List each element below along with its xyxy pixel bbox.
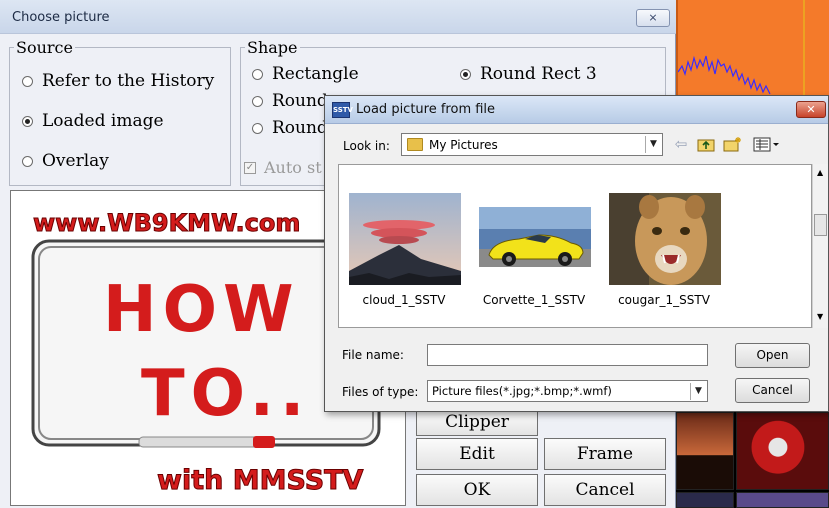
file-list[interactable]: cloud_1_SSTV Corvette_1_SSTV cougar_1_SS…	[338, 164, 812, 328]
source-option-label: Loaded image	[42, 111, 164, 131]
checkbox-checked-icon: ✓	[244, 161, 256, 174]
radio-selected-icon	[22, 115, 33, 127]
load-picture-titlebar[interactable]: SSTV Load picture from file ✕	[325, 96, 828, 124]
radio-icon	[252, 68, 263, 80]
source-radio-overlay[interactable]: Overlay	[22, 151, 109, 171]
look-in-label: Look in:	[343, 139, 390, 153]
load-picture-title: Load picture from file	[356, 102, 496, 117]
up-folder-icon[interactable]	[697, 136, 715, 155]
shape-option-label: Round Rect 3	[480, 64, 597, 84]
cancel-button[interactable]: Cancel	[544, 474, 666, 506]
preview-url-text: www.WB9KMW.com	[33, 209, 300, 237]
files-of-type-dropdown[interactable]: Picture files(*.jpg;*.bmp;*.wmf) ▼	[427, 380, 708, 402]
shape-option-label: Round	[272, 91, 328, 111]
yellow-car-thumbnail	[479, 193, 591, 285]
radio-icon	[252, 95, 263, 107]
close-button[interactable]: ⨯	[636, 9, 670, 27]
clipper-button[interactable]: Clipper	[416, 412, 538, 436]
file-name-label: Corvette_1_SSTV	[482, 293, 586, 307]
load-cancel-button[interactable]: Cancel	[735, 378, 810, 403]
radio-icon	[22, 155, 33, 167]
shape-option-label: Round	[272, 118, 328, 138]
choose-picture-titlebar[interactable]: Choose picture ⨯	[0, 0, 676, 34]
file-name-field-label: File name:	[342, 348, 404, 362]
clipper-button-label: Clipper	[445, 412, 509, 432]
bottom-thumbnail-right[interactable]	[736, 492, 829, 508]
file-name-label: cougar_1_SSTV	[618, 293, 710, 307]
source-radio-loaded-image[interactable]: Loaded image	[22, 111, 164, 131]
bottom-thumbnail-left[interactable]	[676, 492, 734, 508]
shape-radio-round-a[interactable]: Round	[252, 91, 328, 111]
file-name-input[interactable]	[427, 344, 708, 366]
preview-footer-text: with MMSSTV	[157, 465, 364, 496]
spectrum-display	[676, 0, 829, 97]
source-radio-history[interactable]: Refer to the History	[22, 71, 214, 91]
radio-icon	[252, 122, 263, 134]
auto-checkbox[interactable]: ✓ Auto st	[244, 158, 322, 177]
sstv-app-icon: SSTV	[332, 102, 353, 118]
close-icon: ✕	[806, 103, 816, 116]
close-icon: ⨯	[648, 11, 658, 24]
files-of-type-label: Files of type:	[342, 385, 419, 399]
look-in-value: My Pictures	[429, 138, 498, 152]
edit-button-label: Edit	[459, 444, 495, 464]
file-list-scrollbar[interactable]: ▲ ▼	[812, 164, 828, 328]
preview-to-text: TO..	[141, 357, 310, 431]
mountain-cloud-thumbnail	[349, 193, 461, 285]
chevron-down-icon: ▼	[690, 383, 706, 400]
new-folder-icon[interactable]	[723, 136, 743, 155]
load-cancel-button-label: Cancel	[752, 383, 793, 397]
frame-button-label: Frame	[576, 444, 634, 464]
open-button-label: Open	[756, 348, 789, 362]
look-in-dropdown[interactable]: My Pictures ▼	[401, 133, 663, 156]
shape-radio-round-b[interactable]: Round	[252, 118, 328, 138]
back-icon[interactable]: ⇦	[673, 136, 689, 152]
camel-sunset-thumbnail[interactable]	[676, 412, 734, 490]
open-button[interactable]: Open	[735, 343, 810, 368]
chevron-down-icon: ▼	[645, 136, 661, 153]
shape-option-label: Rectangle	[272, 64, 359, 84]
load-picture-dialog: SSTV Load picture from file ✕ Look in: M…	[324, 95, 829, 412]
frame-button[interactable]: Frame	[544, 438, 666, 470]
view-menu-icon[interactable]	[753, 136, 781, 155]
radio-selected-icon	[460, 68, 471, 80]
preview-how-text: HOW	[103, 273, 300, 347]
edit-button[interactable]: Edit	[416, 438, 538, 470]
background-thumbnails	[676, 410, 829, 508]
choose-picture-title: Choose picture	[12, 10, 110, 25]
shape-legend: Shape	[247, 38, 298, 57]
files-of-type-value: Picture files(*.jpg;*.bmp;*.wmf)	[432, 384, 612, 398]
shape-radio-round-rect-3[interactable]: Round Rect 3	[460, 64, 597, 84]
scroll-down-icon[interactable]: ▼	[817, 312, 823, 321]
scrollbar-thumb[interactable]	[814, 214, 827, 236]
load-close-button[interactable]: ✕	[796, 101, 826, 118]
ok-button[interactable]: OK	[416, 474, 538, 506]
folder-icon	[407, 138, 423, 151]
source-legend: Source	[16, 38, 73, 57]
spectrum-trace	[677, 0, 805, 97]
source-option-label: Overlay	[42, 151, 109, 171]
auto-checkbox-label: Auto st	[264, 158, 322, 177]
file-name-label: cloud_1_SSTV	[362, 293, 446, 307]
radio-icon	[22, 75, 33, 87]
scroll-up-icon[interactable]: ▲	[817, 168, 823, 177]
cougar-thumbnail	[609, 193, 721, 285]
source-option-label: Refer to the History	[42, 71, 215, 91]
santa-thumbnail[interactable]	[736, 412, 829, 490]
shape-radio-rectangle[interactable]: Rectangle	[252, 64, 359, 84]
cancel-button-label: Cancel	[575, 480, 635, 500]
ok-button-label: OK	[463, 480, 491, 500]
